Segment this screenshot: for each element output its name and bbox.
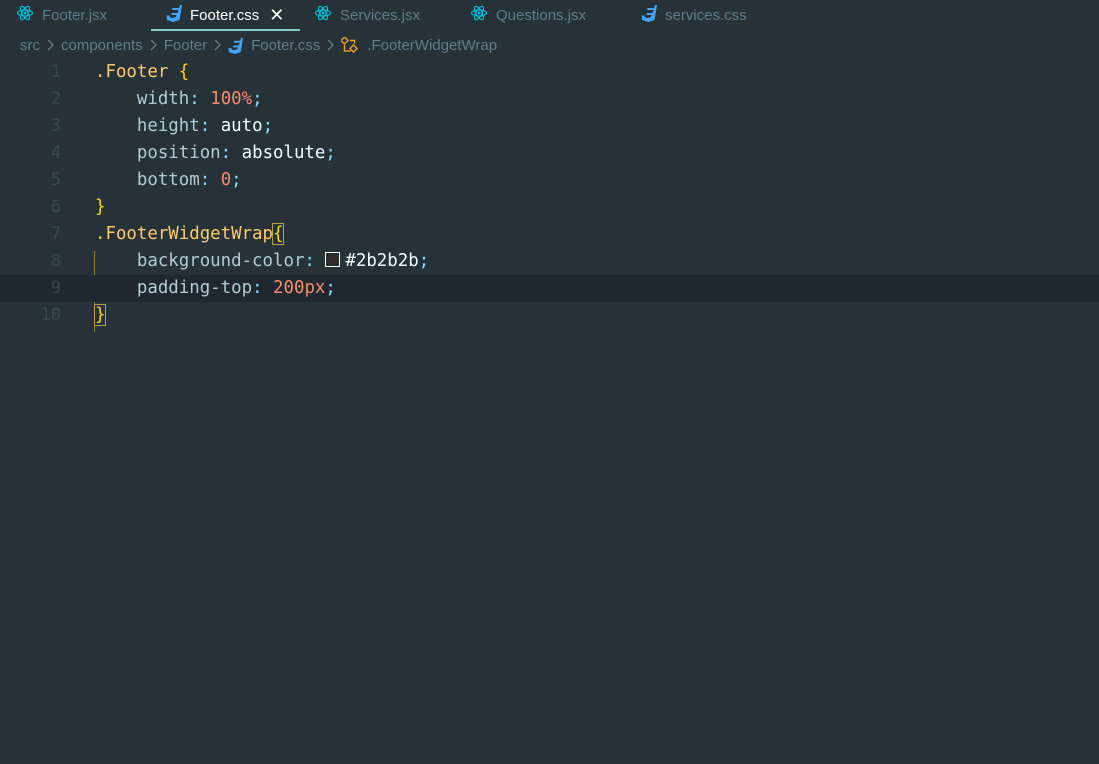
css-property: width xyxy=(136,89,190,109)
css-property: padding-top xyxy=(136,278,253,298)
tab-services-css[interactable]: services.css xyxy=(641,0,747,30)
react-icon xyxy=(470,4,488,26)
line-number: 6 xyxy=(50,197,61,217)
breadcrumb-item-components[interactable]: components xyxy=(61,37,143,54)
tab-label: Footer.jsx xyxy=(42,6,108,24)
close-brace-matched: } xyxy=(93,304,107,326)
line-content[interactable]: } xyxy=(93,302,107,329)
line-content[interactable]: width: 100%; xyxy=(95,86,263,113)
close-brace: } xyxy=(95,197,106,217)
line-content[interactable]: padding-top: 200px; xyxy=(95,275,336,302)
line-content[interactable]: .FooterWidgetWrap{ xyxy=(95,221,285,248)
code-line: 4 position: absolute; xyxy=(0,140,1099,167)
line-content[interactable]: .Footer { xyxy=(95,59,189,86)
css-property: background-color xyxy=(136,251,305,271)
symbol-class-icon xyxy=(341,36,359,54)
code-line: 8 background-color: #2b2b2b; xyxy=(0,248,1099,275)
css-icon xyxy=(641,4,657,26)
tab-services-jsx[interactable]: Services.jsx xyxy=(314,0,420,30)
code-line-current: 9 padding-top: 200px; xyxy=(0,275,1099,302)
css-property: bottom xyxy=(136,170,200,190)
breadcrumb: src components Footer Footer.css .Footer… xyxy=(0,31,1099,59)
line-number: 10 xyxy=(40,305,61,325)
open-brace-matched: { xyxy=(271,223,285,245)
code-line: 5 bottom: 0; xyxy=(0,167,1099,194)
colon: : xyxy=(189,89,200,109)
css-value: absolute xyxy=(241,143,326,163)
chevron-right-icon xyxy=(213,39,222,51)
tab-label: Footer.css xyxy=(190,6,260,24)
react-icon xyxy=(16,4,34,26)
line-number: 7 xyxy=(50,224,61,244)
line-number: 4 xyxy=(50,143,61,163)
css-property: height xyxy=(136,116,200,136)
css-value: 100% xyxy=(210,89,253,109)
css-selector: .Footer xyxy=(95,62,169,82)
line-number: 8 xyxy=(50,251,61,271)
color-swatch[interactable] xyxy=(325,252,341,267)
code-editor[interactable]: 1 .Footer { 2 width: 100%; 3 height: aut… xyxy=(0,59,1099,764)
chevron-right-icon xyxy=(149,39,158,51)
css-selector: .FooterWidgetWrap xyxy=(95,224,273,244)
colon: : xyxy=(304,251,315,271)
tab-label: Questions.jsx xyxy=(496,6,587,24)
semicolon: ; xyxy=(262,116,274,136)
code-line: 7 .FooterWidgetWrap{ xyxy=(0,221,1099,248)
colon: : xyxy=(252,278,263,298)
semicolon: ; xyxy=(231,170,242,190)
semicolon: ; xyxy=(252,89,263,109)
css-value: 200px xyxy=(273,278,326,298)
line-content[interactable]: position: absolute; xyxy=(95,140,336,167)
css-value: #2b2b2b xyxy=(345,251,419,271)
breadcrumb-item-symbol[interactable]: .FooterWidgetWrap xyxy=(367,37,497,54)
tab-footer-css[interactable]: Footer.css ✕ xyxy=(166,0,284,30)
line-number: 1 xyxy=(50,62,61,82)
breadcrumb-item-src[interactable]: src xyxy=(20,37,40,54)
editor-tab-bar: Footer.jsx Footer.css ✕ Services.jsx Que… xyxy=(0,0,1099,31)
semicolon: ; xyxy=(418,251,430,271)
tab-label: Services.jsx xyxy=(340,6,421,24)
line-content[interactable]: background-color: #2b2b2b; xyxy=(95,248,429,275)
tab-label: services.css xyxy=(665,6,747,24)
tab-footer-jsx[interactable]: Footer.jsx xyxy=(16,0,107,30)
open-brace: { xyxy=(178,62,190,82)
colon: : xyxy=(199,170,211,190)
semicolon: ; xyxy=(325,143,336,163)
css-value: auto xyxy=(220,116,263,136)
code-line: 6 } xyxy=(0,194,1099,221)
breadcrumb-item-footer-css[interactable]: Footer.css xyxy=(251,37,320,54)
chevron-right-icon xyxy=(46,39,55,51)
line-content[interactable]: height: auto; xyxy=(95,113,273,140)
line-number: 9 xyxy=(50,278,61,298)
breadcrumb-item-footer[interactable]: Footer xyxy=(164,37,207,54)
react-icon xyxy=(314,4,332,26)
code-line: 2 width: 100%; xyxy=(0,86,1099,113)
code-line: 10 } xyxy=(0,302,1099,329)
code-line: 1 .Footer { xyxy=(0,59,1099,86)
line-number: 5 xyxy=(50,170,61,190)
colon: : xyxy=(220,143,232,163)
chevron-right-icon xyxy=(326,39,335,51)
line-content[interactable]: } xyxy=(95,194,105,221)
css-icon xyxy=(166,4,182,26)
code-line: 3 height: auto; xyxy=(0,113,1099,140)
css-property: position xyxy=(136,143,221,163)
css-value: 0 xyxy=(220,170,232,190)
colon: : xyxy=(199,116,211,136)
semicolon: ; xyxy=(325,278,336,298)
line-number: 2 xyxy=(50,89,61,109)
line-content[interactable]: bottom: 0; xyxy=(95,167,242,194)
tab-questions-jsx[interactable]: Questions.jsx xyxy=(470,0,586,30)
line-number: 3 xyxy=(50,116,61,136)
close-icon[interactable]: ✕ xyxy=(269,6,284,24)
css-icon xyxy=(228,37,244,54)
